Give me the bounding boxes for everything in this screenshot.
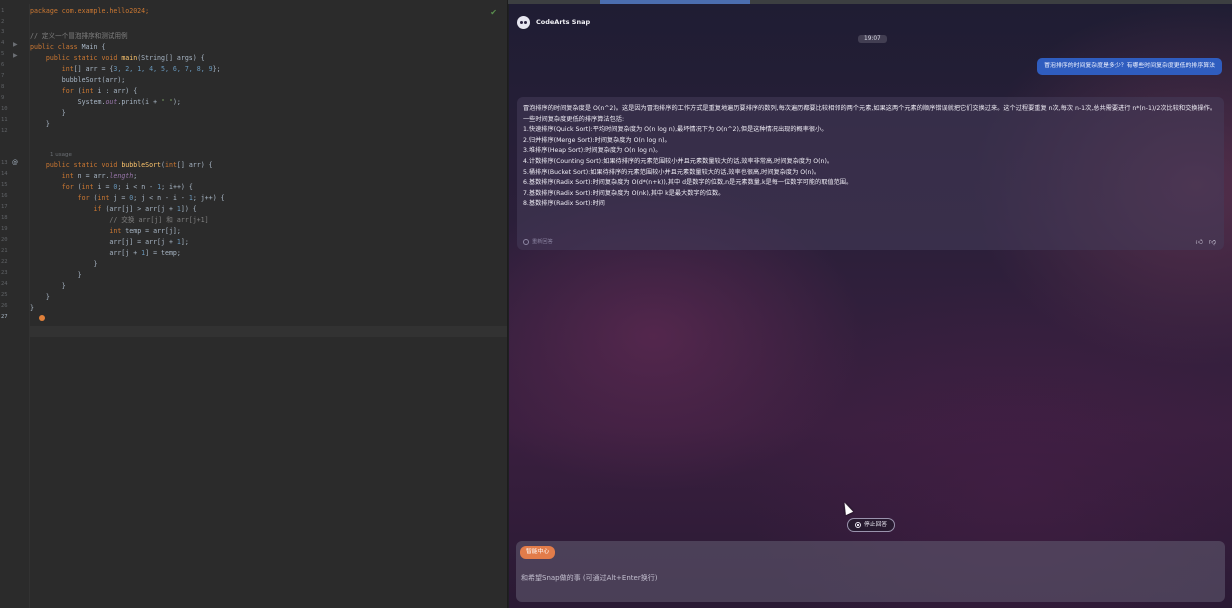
line-number: 9	[1, 95, 5, 101]
snap-logo-icon	[517, 15, 530, 29]
thumbs-up-icon[interactable]: 👍︎	[1196, 237, 1203, 246]
line-number: 12	[1, 128, 8, 134]
assistant-answer-card: 冒泡排序的时间复杂度是 O(n^2)。这是因为冒泡排序的工作方式是重复地遍历要排…	[517, 97, 1224, 250]
code-editor[interactable]: ✔ 1 2 3 4 5 6 7 8 9 10 11 12 13 14 15 16 17 18 19 20 21 22 23 2…	[0, 0, 508, 608]
code-line-15: for (int i = 0; i < n - 1; i++) {	[30, 183, 193, 191]
code-line-10: }	[30, 109, 66, 117]
code-line-22: }	[30, 260, 98, 268]
regenerate-button[interactable]: 重新回答	[523, 238, 553, 245]
code-line-16: for (int j = 0; j < n - i - 1; j++) {	[30, 194, 225, 202]
stop-label: 停止回答	[864, 522, 888, 528]
line-number: 10	[1, 106, 8, 112]
run-main-icon[interactable]: ▶	[13, 51, 18, 62]
code-line-3: // 定义一个冒泡排序和测试用例	[30, 32, 128, 40]
regenerate-label: 重新回答	[532, 239, 553, 245]
code-line-24: }	[30, 282, 66, 290]
line-number: 15	[1, 182, 8, 188]
feedback-buttons: 👍︎ 👎︎	[1196, 237, 1216, 246]
thumbs-down-icon[interactable]: 👎︎	[1209, 237, 1216, 246]
line-number: 18	[1, 215, 8, 221]
code-line-26: }	[30, 304, 34, 312]
user-message-bubble: 冒泡排序的时间复杂度是多少？有哪些时间复杂度更低的排序算法	[1037, 58, 1222, 75]
answer-line: 7.基数排序(Radix Sort):时间复杂度为 O(nk),其中 k是最大数…	[523, 189, 725, 197]
answer-line: 5.桶排序(Bucket Sort):如果待排序的元素范围较小并且元素数量较大的…	[523, 168, 821, 176]
answer-line: 冒泡排序的时间复杂度是 O(n^2)。这是因为冒泡排序的工作方式是重复地遍历要排…	[523, 105, 1216, 112]
chat-header: CodeArts Snap	[517, 14, 590, 30]
line-number: 27	[1, 314, 8, 320]
refresh-icon	[523, 238, 529, 245]
code-line-18: // 交换 arr[j] 和 arr[j+1]	[30, 216, 209, 224]
answer-line: 8.基数排序(Radix Sort):时间	[523, 200, 605, 208]
line-number: 16	[1, 193, 8, 199]
line-number: 20	[1, 237, 8, 243]
line-number: 7	[1, 73, 5, 79]
agent-chip[interactable]: 智能中心	[520, 546, 556, 559]
stop-icon	[855, 522, 861, 528]
run-class-icon[interactable]: ▶	[13, 40, 18, 51]
code-line-4: public class Main {	[30, 43, 106, 51]
line-number: 11	[1, 117, 8, 123]
code-line-14: int n = arr.length;	[30, 172, 138, 180]
chat-title: CodeArts Snap	[536, 18, 591, 26]
code-line-9: System.out.print(i + " ");	[30, 98, 181, 106]
line-number: 23	[1, 270, 8, 276]
code-line-19: int temp = arr[j];	[30, 227, 181, 235]
answer-line: 1.快速排序(Quick Sort):平均时间复杂度为 O(n log n),最…	[523, 126, 828, 134]
code-line-25: }	[30, 293, 50, 301]
code-line-8: for (int i : arr) {	[30, 87, 138, 95]
line-number: 17	[1, 204, 8, 210]
line-number: 19	[1, 226, 8, 232]
mouse-pointer-icon	[840, 500, 854, 516]
line-number	[1, 147, 13, 158]
line-number: 3	[1, 29, 5, 35]
answer-line: 一些时间复杂度更低的排序算法包括:	[523, 115, 625, 123]
usage-hint[interactable]: 1 usage	[50, 149, 72, 160]
code-area[interactable]: package com.example.hello2024; // 定义一个冒泡…	[30, 4, 507, 608]
lightbulb-icon[interactable]	[39, 315, 45, 321]
line-number: 1	[1, 8, 5, 14]
stop-answer-button[interactable]: 停止回答	[847, 518, 896, 532]
code-line-23: }	[30, 271, 82, 279]
answer-line: 6.基数排序(Radix Sort):时间复杂度为 O(d*(n+k)),其中 …	[523, 179, 853, 187]
override-marker-icon[interactable]: @	[12, 158, 18, 169]
code-line-1: package com.example.hello2024;	[30, 7, 150, 15]
code-line-20: arr[j] = arr[j + 1];	[30, 238, 189, 246]
line-number: 25	[1, 292, 8, 298]
code-line-7: bubbleSort(arr);	[30, 76, 126, 84]
line-number: 24	[1, 281, 8, 287]
line-number: 6	[1, 62, 5, 68]
answer-line: 3.堆排序(Heap Sort):时间复杂度为 O(n log n)。	[523, 147, 662, 155]
line-number: 22	[1, 259, 8, 265]
answer-line: 2.归并排序(Merge Sort):时间复杂度为 O(n log n)。	[523, 136, 671, 144]
chat-input-field[interactable]	[521, 571, 1211, 585]
line-number: 14	[1, 171, 8, 177]
line-number: 26	[1, 303, 8, 309]
codearts-snap-panel: CodeArts Snap 19:07 冒泡排序的时间复杂度是多少？有哪些时间复…	[509, 4, 1232, 608]
chat-input-box[interactable]: 智能中心	[516, 541, 1225, 602]
message-timestamp: 19:07	[858, 35, 887, 43]
line-number: 8	[1, 84, 5, 90]
answer-line: 4.计数排序(Counting Sort):如果待排序的元素范围较小并且元素数量…	[523, 157, 834, 165]
line-number: 21	[1, 248, 8, 254]
line-number: 4	[1, 40, 5, 46]
code-line-17: if (arr[j] > arr[j + 1]) {	[30, 205, 197, 213]
line-number: 5	[1, 51, 5, 57]
code-line-11: }	[30, 120, 50, 128]
code-line-6: int[] arr = {3, 2, 1, 4, 5, 6, 7, 8, 9};	[30, 65, 221, 73]
code-line-5: public static void main(String[] args) {	[30, 54, 205, 62]
code-line-13: public static void bubbleSort(int[] arr)…	[30, 161, 213, 169]
code-line-21: arr[j + 1] = temp;	[30, 249, 181, 257]
